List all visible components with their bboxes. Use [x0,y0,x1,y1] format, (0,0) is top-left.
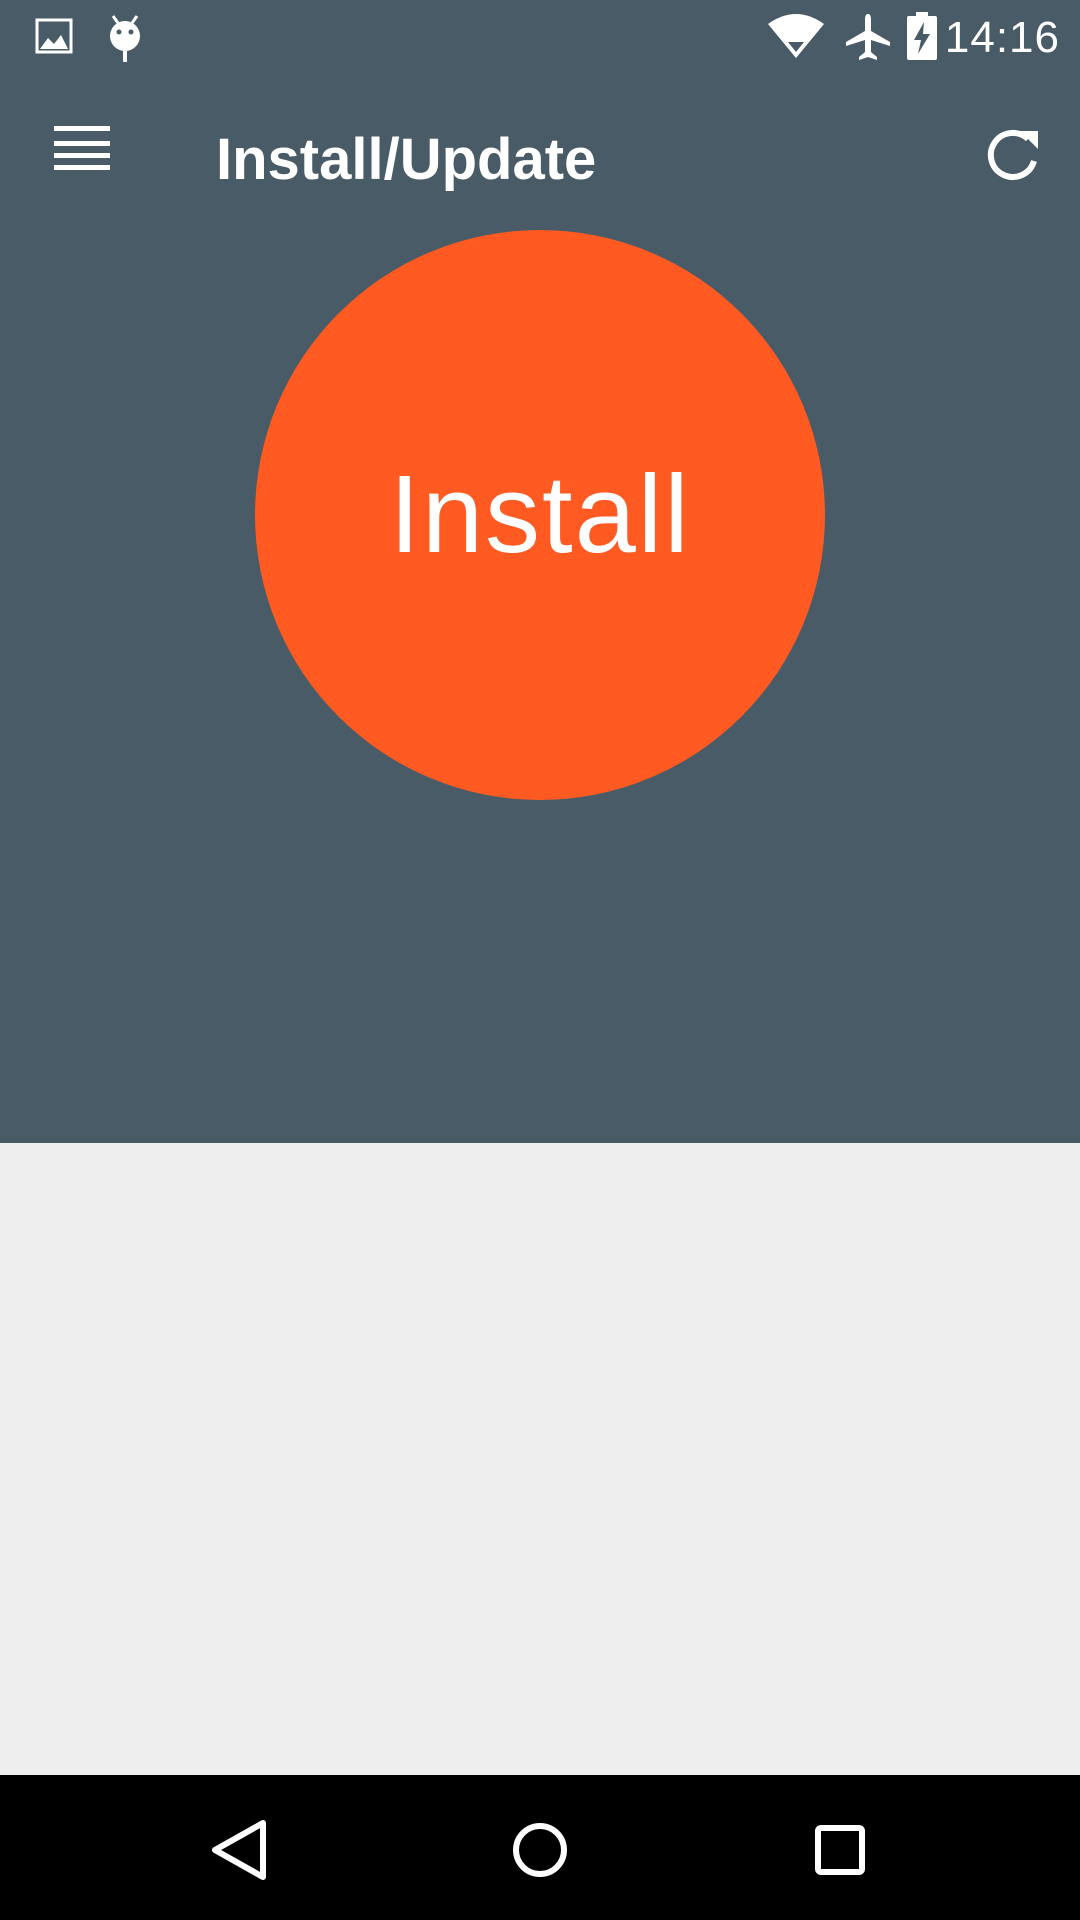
page-title: Install/Update [216,127,597,192]
recents-icon [795,1825,885,1899]
header-area: 14:16 Install/Update Install [0,0,1080,1143]
home-button[interactable] [495,1805,585,1895]
menu-button[interactable] [36,115,132,195]
install-button[interactable]: Install [255,230,825,800]
navigation-bar [0,1775,1080,1920]
refresh-button[interactable] [964,115,1060,195]
back-icon [195,1820,285,1899]
home-icon [495,1823,585,1899]
refresh-icon [964,130,1060,199]
android-debug-icon [105,14,145,69]
install-button-label: Install [389,453,691,576]
battery-charging-icon [904,10,940,67]
hamburger-menu-icon [36,126,132,199]
toolbar: Install/Update [0,75,1080,243]
status-time: 14:16 [944,13,1060,62]
status-bar: 14:16 [0,0,1080,75]
screen: 14:16 Install/Update Install [0,0,1080,1920]
back-button[interactable] [195,1805,285,1895]
recents-button[interactable] [795,1805,885,1895]
image-notification-icon [34,14,74,63]
airplane-mode-icon [844,12,892,67]
wifi-icon [766,12,826,65]
